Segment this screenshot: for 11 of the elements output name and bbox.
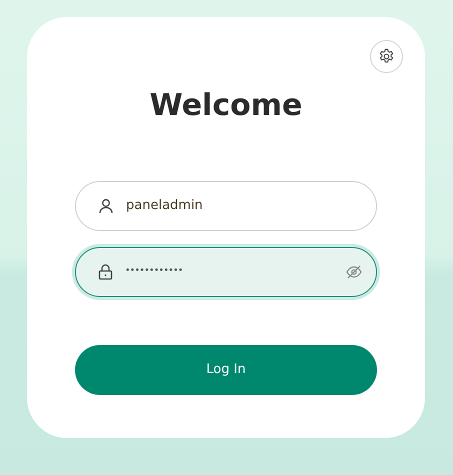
settings-icon (378, 48, 395, 65)
eye-off-icon[interactable] (346, 265, 362, 279)
login-button[interactable]: Log In (75, 345, 377, 395)
lock-icon (98, 264, 113, 280)
username-text: paneladmin (126, 197, 203, 216)
masked-password-text: •••••••••••• (125, 265, 183, 278)
password-field[interactable]: •••••••••••• (75, 247, 377, 297)
user-icon (98, 198, 114, 214)
welcome-title: Welcome (148, 87, 304, 125)
settings-button[interactable] (370, 40, 403, 73)
username-field[interactable]: paneladmin (75, 181, 377, 231)
